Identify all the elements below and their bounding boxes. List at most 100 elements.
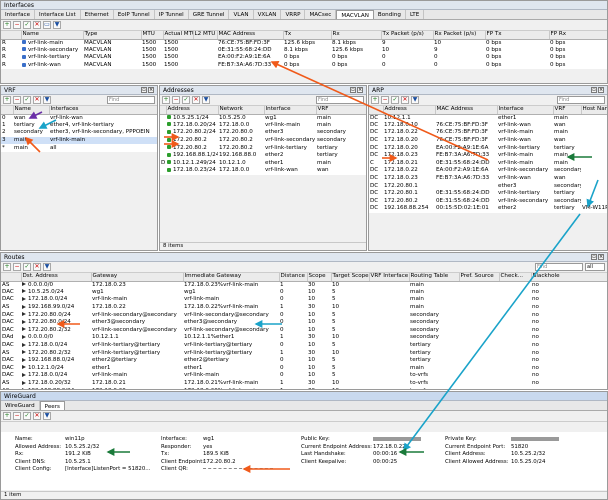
table-row[interactable]: DC 172.18.0.23 FE:B7:3A:A6:7D:33 vrf-link-w… xyxy=(369,175,607,183)
tab-vxlan[interactable]: VXLAN xyxy=(254,10,282,19)
tab-interface-list[interactable]: Interface List xyxy=(35,10,81,19)
column-header[interactable]: Gateway xyxy=(91,273,184,282)
tab-lte[interactable]: LTE xyxy=(406,10,425,19)
column-header[interactable]: Scope xyxy=(307,273,332,282)
column-header[interactable]: Distance xyxy=(279,273,308,282)
table-row[interactable]: AS 172.18.0.20/32 172.18.0.21 172.18.0.21%v… xyxy=(1,380,607,388)
table-row[interactable]: DAd 0.0.0.0/0 10.12.1.1 10.12.1.1%ether1 1 30… xyxy=(1,334,607,342)
routes-find-input[interactable]: Find xyxy=(535,263,583,271)
column-header[interactable] xyxy=(369,106,384,115)
column-header[interactable]: VRF xyxy=(553,106,582,115)
column-header[interactable]: FP Tx xyxy=(485,31,550,40)
window-close-icon[interactable]: × xyxy=(598,254,604,260)
table-row[interactable]: DC 172.18.0.23 FE:B7:3A:A6:7D:33 vrf-link-m… xyxy=(369,152,607,160)
filter-icon[interactable]: ▼ xyxy=(411,96,419,104)
remove-icon[interactable]: − xyxy=(13,263,21,271)
routes-filter-select[interactable]: all xyxy=(585,263,605,271)
table-row[interactable]: DC 172.18.0.22 EA:00:F2:A9:1E:6A vrf-link-s… xyxy=(369,167,607,175)
table-row[interactable]: 2 secondary ether3, vrf-link-secondary, PP… xyxy=(1,129,157,137)
filter-icon[interactable]: ▼ xyxy=(202,96,210,104)
tab-vlan[interactable]: VLAN xyxy=(229,10,254,19)
tab-ip-tunnel[interactable]: IP Tunnel xyxy=(155,10,189,19)
tab-wireguard[interactable]: WireGuard xyxy=(1,401,40,410)
table-row[interactable]: DAC 172.18.0.0/24 vrf-link-tertiary@tertia… xyxy=(1,342,607,350)
column-header[interactable]: Interface xyxy=(497,106,554,115)
enable-icon[interactable]: ✓ xyxy=(23,263,31,271)
column-header[interactable]: Network xyxy=(218,106,265,115)
table-row[interactable]: Rvrf-link-wan MACVLAN 1500 1500 FE:B7:3A:A6:… xyxy=(1,62,607,70)
table-row[interactable]: DAC 172.20.80.0/24 vrf-link-secondary@seco… xyxy=(1,311,607,319)
tab-eoip-tunnel[interactable]: EoIP Tunnel xyxy=(114,10,155,19)
table-row[interactable]: 1 tertiary ether4, vrf-link-tertiary xyxy=(1,122,157,130)
column-header[interactable]: FP Rx xyxy=(549,31,607,40)
tab-macvlan[interactable]: MACVLAN xyxy=(336,10,374,19)
table-row[interactable]: * main all xyxy=(1,144,157,152)
column-header[interactable]: Pref. Source xyxy=(459,273,500,282)
column-header[interactable]: L2 MTU xyxy=(193,31,218,40)
table-row[interactable]: DC 192.168.88.254 00:15:5D:02:1E:01 ether2 t… xyxy=(369,205,607,213)
column-header[interactable]: Type xyxy=(83,31,142,40)
table-row[interactable]: DC 172.18.0.22 76:CE:75:BF:FD:3F vrf-link-m… xyxy=(369,129,607,137)
window-restore-icon[interactable]: ▫ xyxy=(591,87,597,93)
remove-icon[interactable]: − xyxy=(381,96,389,104)
enable-icon[interactable]: ✓ xyxy=(23,21,31,29)
tab-ethernet[interactable]: Ethernet xyxy=(81,10,114,19)
table-row[interactable]: Rvrf-link-tertiary MACVLAN 1500 1500 EA:00:F… xyxy=(1,54,607,62)
column-header[interactable]: Interface xyxy=(264,106,317,115)
table-row[interactable]: DAC 172.20.80.0/24 ether3@secondary ether3@… xyxy=(1,319,607,327)
disable-icon[interactable]: ✕ xyxy=(401,96,409,104)
table-row[interactable]: AS 172.20.80.2/32 vrf-link-tertiary@tertia… xyxy=(1,349,607,357)
column-header[interactable]: Immediate Gateway xyxy=(183,273,280,282)
table-row[interactable]: 172.20.80.2 172.20.80.2 vrf-link-secondary… xyxy=(160,137,366,145)
tab-interface[interactable]: Interface xyxy=(1,10,36,19)
add-icon[interactable]: + xyxy=(162,96,170,104)
disable-icon[interactable]: ✕ xyxy=(33,263,41,271)
column-header[interactable]: Routing Table xyxy=(409,273,460,282)
column-header[interactable] xyxy=(1,31,22,40)
filter-icon[interactable]: ▼ xyxy=(43,96,51,104)
column-header[interactable]: Host Name xyxy=(581,106,607,115)
column-header[interactable]: Target Scope xyxy=(331,273,370,282)
table-row[interactable]: AS 192.168.88.0/24 172.18.0.20 172.18.0.20%… xyxy=(1,387,607,389)
table-row[interactable]: DC 172.18.0.20 EA:00:F2:A9:1E:6A vrf-link-t… xyxy=(369,144,607,152)
table-row[interactable]: Rvrf-link-main MACVLAN 1500 1500 76:CE:75:BF… xyxy=(1,39,607,47)
table-row[interactable]: DAC 172.20.80.2/32 vrf-link-secondary@seco… xyxy=(1,327,607,335)
column-header[interactable]: Blackhole xyxy=(531,273,607,282)
remove-icon[interactable]: − xyxy=(172,96,180,104)
table-row[interactable]: 172.18.0.23/24 172.18.0.0 vrf-link-wan wan xyxy=(160,167,366,175)
table-row[interactable]: DC 172.20.80.1 0E:31:55:68:24:DD vrf-link-t… xyxy=(369,190,607,198)
filter-icon[interactable]: ▼ xyxy=(53,21,61,29)
filter-icon[interactable]: ▼ xyxy=(43,263,51,271)
column-header[interactable]: MAC Address xyxy=(217,31,284,40)
table-row[interactable]: 192.168.88.1/24 192.168.88.0 ether2 tertiar… xyxy=(160,152,366,160)
table-row[interactable]: AS 0.0.0.0/0 172.18.0.23 172.18.0.23%vrf-li… xyxy=(1,281,607,289)
enable-icon[interactable]: ✓ xyxy=(182,96,190,104)
table-row[interactable]: DAC 10.5.25.0/24 wg1 wg1 0 10 5 main no xyxy=(1,289,607,297)
column-header[interactable]: VRF xyxy=(316,106,366,115)
table-row[interactable]: 172.18.0.20/24 172.18.0.0 vrf-link-main mai… xyxy=(160,122,366,130)
column-header[interactable]: Name xyxy=(21,31,84,40)
enable-icon[interactable]: ✓ xyxy=(391,96,399,104)
remove-icon[interactable]: − xyxy=(13,412,21,420)
table-row[interactable]: DAC 172.18.0.0/24 vrf-link-main vrf-link-ma… xyxy=(1,372,607,380)
column-header[interactable]: Interfaces xyxy=(49,106,157,115)
tab-bonding[interactable]: Bonding xyxy=(374,10,406,19)
column-header[interactable]: Tx xyxy=(283,31,332,40)
disable-icon[interactable]: ✕ xyxy=(33,21,41,29)
tab-vrrp[interactable]: VRRP xyxy=(281,10,306,19)
window-restore-icon[interactable]: ▫ xyxy=(350,87,356,93)
column-header[interactable] xyxy=(1,106,14,115)
arp-find-input[interactable]: Find xyxy=(557,96,605,104)
disable-icon[interactable]: ✕ xyxy=(192,96,200,104)
column-header[interactable]: Tx Packet (p/s) xyxy=(381,31,434,40)
column-header[interactable]: Rx xyxy=(331,31,382,40)
table-row[interactable]: DC 172.20.80.1 ether3 secondary xyxy=(369,182,607,190)
table-row[interactable]: DC 172.20.80.2 0E:31:55:68:24:DD vrf-link-s… xyxy=(369,198,607,206)
window-close-icon[interactable]: × xyxy=(357,87,363,93)
enable-icon[interactable]: ✓ xyxy=(23,96,31,104)
add-icon[interactable]: + xyxy=(3,412,11,420)
table-row[interactable]: 172.20.80.2 172.20.80.2 vrf-link-tertiary t… xyxy=(160,144,366,152)
column-header[interactable]: Name xyxy=(13,106,50,115)
table-row[interactable]: AS 192.168.99.0/24 172.18.0.22 172.18.0.22%… xyxy=(1,304,607,312)
disable-icon[interactable]: ✕ xyxy=(33,412,41,420)
